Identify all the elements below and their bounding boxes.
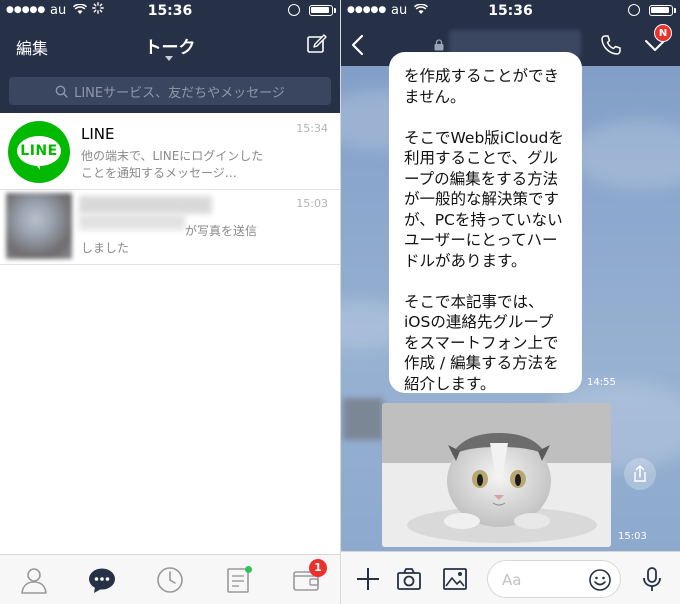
line-logo-bubble-tail [34, 162, 40, 170]
battery-icon [309, 5, 333, 16]
timeline-icon[interactable] [155, 565, 185, 595]
message-line: ユーザーにとってハー [404, 231, 558, 249]
chat-time: 15:03 [296, 197, 328, 210]
phone-icon[interactable] [600, 34, 622, 56]
compose-icon[interactable] [307, 34, 327, 54]
list-item[interactable]: 15:03 が写真を送信 しました [0, 190, 340, 265]
message-line: をスマートフォン上で [404, 333, 559, 352]
cat-photo-image [382, 403, 611, 547]
received-message-bubble[interactable]: を作成することができ ません。 そこでWeb版iCloudを 利用することで、グ… [389, 52, 582, 393]
message-input-bar: Aa [341, 551, 680, 604]
back-icon[interactable] [349, 34, 365, 56]
lock-icon [433, 36, 445, 51]
emoji-icon[interactable] [588, 568, 612, 596]
chat-preview: 他の端末で、LINEにログインしたことを通知するメッセージ… [81, 149, 264, 180]
message-line: そこでWeb版iCloudを [404, 128, 564, 147]
notification-badge: N [654, 24, 672, 42]
message-input-placeholder: Aa [502, 571, 522, 589]
battery-tip [674, 8, 676, 13]
battery-icon [649, 5, 673, 16]
line-logo-text: LINE [20, 143, 58, 159]
list-item[interactable]: LINE LINE 15:34 他の端末で、LINEにログインしたことを通知する… [0, 115, 340, 190]
page-title[interactable]: トーク [0, 33, 340, 58]
chat-name: LINE [81, 125, 115, 143]
wallet-badge: 1 [309, 559, 327, 577]
message-line: 利用することで、グル [404, 149, 558, 167]
image-icon[interactable] [442, 566, 468, 592]
plus-icon[interactable] [355, 566, 381, 592]
background-cloud [571, 120, 680, 190]
message-line: ドルがあります。 [404, 251, 527, 270]
avatar[interactable] [343, 398, 383, 440]
news-icon[interactable] [223, 565, 253, 595]
camera-icon[interactable] [396, 566, 422, 592]
share-icon[interactable] [624, 458, 656, 490]
avatar [6, 193, 72, 259]
microphone-icon[interactable] [639, 566, 665, 592]
search-icon [55, 85, 68, 98]
wallet-icon[interactable]: 1 [291, 559, 327, 595]
cat-photo[interactable] [382, 403, 611, 547]
photo-time: 15:03 [618, 531, 647, 542]
status-bar: ●●●●● au 15:36 [341, 0, 680, 22]
search-placeholder: LINEサービス、友だちやメッセージ [74, 85, 285, 101]
message-line: ープの編集をする方法 [404, 169, 559, 188]
message-line: が、PCを持っていない [404, 210, 563, 229]
message-input[interactable]: Aa [487, 560, 621, 598]
message-line: を作成することができ [404, 67, 560, 85]
message-line: 作成 / 編集する方法を [404, 354, 559, 372]
tab-bar: 1 [0, 554, 340, 604]
search-input[interactable]: LINEサービス、友だちやメッセージ [9, 77, 331, 105]
message-line: ません。 [404, 87, 466, 106]
line-logo-avatar: LINE [8, 121, 70, 183]
blurred-chat-name [79, 196, 212, 214]
rotation-lock-icon [288, 4, 300, 16]
message-line: 紹介します。 [404, 374, 496, 393]
status-bar: ●●●●● au 15:36 [0, 0, 340, 22]
friends-icon[interactable] [19, 565, 49, 595]
news-indicator-dot [245, 566, 252, 573]
message-line: そこで本記事では、 [404, 292, 544, 311]
chat-time: 15:34 [296, 122, 328, 135]
rotation-lock-icon [628, 4, 640, 16]
chat-list-header: ●●●●● au 15:36 編集 トーク LINEサービス、友だちやメッセージ [0, 0, 340, 113]
message-line [404, 107, 582, 128]
chat-room-screen: ●●●●● au 15:36 ●●● N を作成することができ ません。 [341, 0, 680, 604]
chat-list-screen: ●●●●● au 15:36 編集 トーク LINEサービス、友だちやメッセージ [0, 0, 340, 604]
message-line [404, 271, 582, 292]
chats-icon[interactable] [87, 565, 117, 595]
chat-preview-line2: しました [81, 241, 130, 255]
title-dropdown-icon[interactable] [165, 56, 173, 61]
chat-preview-line1: が写真を送信 [185, 224, 258, 238]
battery-tip [334, 8, 336, 13]
message-time: 14:55 [587, 377, 616, 388]
blurred-sender-name [79, 214, 185, 230]
message-line: が一般的な解決策です [404, 190, 560, 208]
message-line: iOSの連絡先グループ [404, 313, 554, 331]
